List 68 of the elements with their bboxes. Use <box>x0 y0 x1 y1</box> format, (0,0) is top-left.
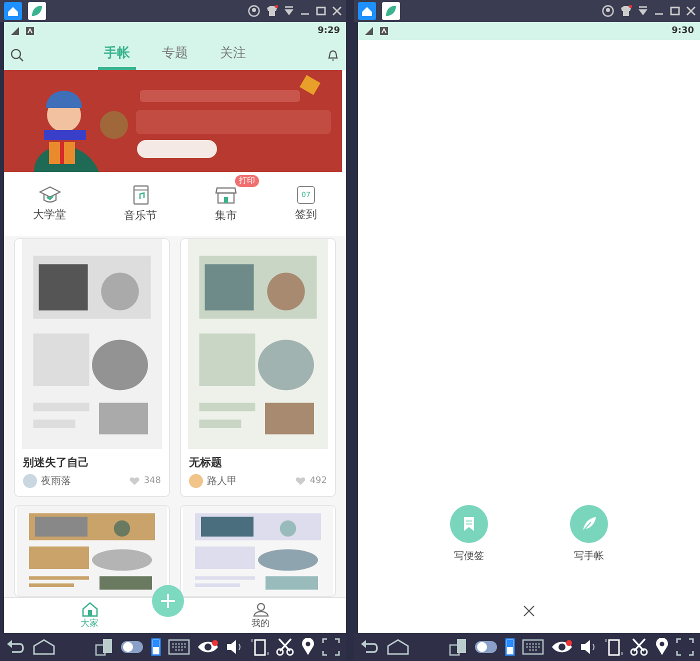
person-icon <box>252 602 268 616</box>
post-card[interactable]: 别迷失了自己 夜雨落 348 <box>14 238 170 497</box>
post-title: 别迷失了自己 <box>22 455 90 471</box>
like-count: 492 <box>310 476 327 486</box>
location-pin-icon[interactable] <box>655 638 669 656</box>
like-count: 348 <box>144 476 161 486</box>
signal-icon <box>10 26 20 36</box>
house-icon <box>82 602 98 616</box>
bell-icon[interactable] <box>326 48 340 62</box>
feather-icon <box>581 516 597 532</box>
dropdown-icon[interactable] <box>284 6 294 16</box>
phone-icon[interactable] <box>505 638 515 656</box>
app-leaf-icon[interactable] <box>382 2 400 20</box>
author-name: 夜雨落 <box>41 474 72 488</box>
home-icon[interactable] <box>33 639 55 655</box>
status-time: 9:29 <box>318 26 340 36</box>
dropdown-icon[interactable] <box>638 6 648 16</box>
post-title: 无标题 <box>188 455 223 471</box>
shop-icon <box>215 185 237 205</box>
back-icon[interactable] <box>6 639 26 655</box>
shortcut-button[interactable]: 大学堂 <box>33 186 66 222</box>
maximize-icon[interactable] <box>316 6 326 16</box>
close-icon[interactable] <box>523 605 535 617</box>
app-house-icon[interactable] <box>4 2 22 20</box>
shirt-icon[interactable] <box>266 5 278 17</box>
scissors-icon[interactable] <box>630 638 648 656</box>
tab[interactable]: 专题 <box>156 40 194 70</box>
keyboard-icon[interactable] <box>168 639 190 655</box>
rotate-screen-icon[interactable] <box>251 638 269 656</box>
author-name: 路人甲 <box>207 475 238 488</box>
eye-icon[interactable] <box>197 640 219 654</box>
account-icon[interactable] <box>602 5 614 17</box>
post-card[interactable]: 无标题 路人甲 492 <box>180 238 336 497</box>
shortcut-button[interactable]: 集市 <box>215 185 237 223</box>
rotate-screen-icon[interactable] <box>605 638 623 656</box>
toggle-icon[interactable] <box>474 640 498 654</box>
home-icon[interactable] <box>387 639 409 655</box>
back-icon[interactable] <box>360 639 380 655</box>
multi-window-icon[interactable] <box>449 638 467 656</box>
keyboard-icon[interactable] <box>522 639 544 655</box>
fullscreen-icon[interactable] <box>322 638 340 656</box>
maximize-icon[interactable] <box>670 6 680 16</box>
plus-icon <box>160 593 176 609</box>
nav-tab[interactable]: 我的 <box>252 602 270 630</box>
graduation-cap-icon <box>38 186 60 204</box>
app-house-icon[interactable] <box>358 2 376 20</box>
notification-icon <box>26 27 34 35</box>
badge: 打印 <box>235 175 259 187</box>
signal-icon <box>364 26 374 36</box>
status-time: 9:30 <box>672 26 694 36</box>
tab[interactable]: 关注 <box>214 40 252 70</box>
bookmark-icon <box>463 516 475 532</box>
search-icon[interactable] <box>10 48 24 62</box>
shortcut-button[interactable]: 音乐节 <box>124 185 157 223</box>
location-pin-icon[interactable] <box>301 638 315 656</box>
scissors-icon[interactable] <box>276 638 294 656</box>
eye-icon[interactable] <box>551 640 573 654</box>
app-leaf-icon[interactable] <box>28 2 46 20</box>
phone-icon[interactable] <box>151 638 161 656</box>
avatar <box>189 474 203 488</box>
fullscreen-icon[interactable] <box>676 638 694 656</box>
multi-window-icon[interactable] <box>95 638 113 656</box>
shirt-icon[interactable] <box>620 5 632 17</box>
account-icon[interactable] <box>248 5 260 17</box>
avatar <box>23 474 37 488</box>
music-book-icon <box>132 185 148 205</box>
toggle-icon[interactable] <box>120 640 144 654</box>
notification-icon <box>380 27 388 35</box>
